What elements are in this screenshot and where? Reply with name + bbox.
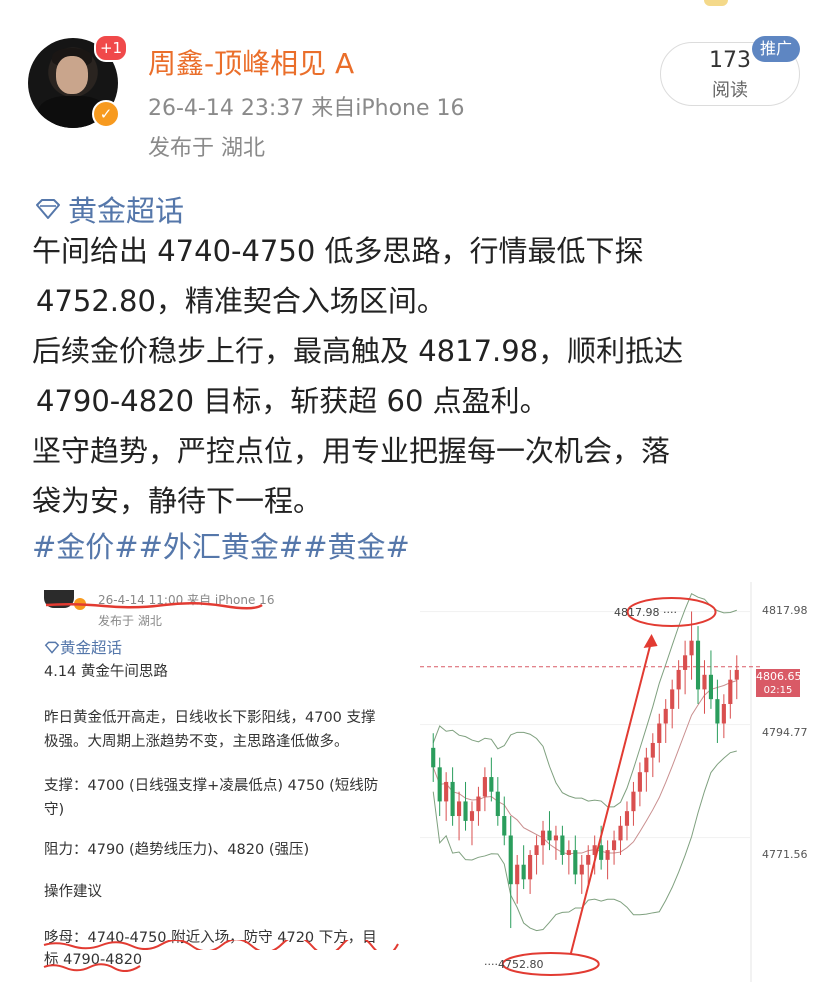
candle-body-47 <box>734 669 739 680</box>
candle-body-17 <box>540 830 546 846</box>
candle-body-44 <box>715 699 720 724</box>
candle-body-30 <box>624 811 630 826</box>
post-line-5: 坚守趋势，严控点位，用专业把握每一次机会，落 <box>32 434 671 468</box>
candle-body-20 <box>560 835 565 855</box>
username[interactable]: 周鑫-顶峰相见 A <box>148 42 354 82</box>
candle-body-6 <box>469 811 475 821</box>
embedded-line-4: 守) <box>44 802 65 818</box>
low-annotation-label: ····4752.80 <box>484 958 544 971</box>
candle-body-12 <box>508 835 513 885</box>
candle-body-8 <box>482 777 487 797</box>
candle-body-24 <box>586 854 591 865</box>
candle-body-28 <box>611 840 617 851</box>
embedded-location: 发布于 湖北 <box>98 614 162 628</box>
candle-body-32 <box>637 772 642 792</box>
embedded-line-2: 极强。大周期上涨趋势不变，主思路逢低做多。 <box>44 734 349 750</box>
post-line-2: 4752.80，精准契合入场区间。 <box>36 284 446 318</box>
candle-body-29 <box>618 825 623 841</box>
countdown-label: 02:15 <box>756 684 800 697</box>
candle-body-14 <box>521 864 526 880</box>
candle-body-7 <box>476 796 481 812</box>
candle-body-46 <box>728 679 733 705</box>
topic-link[interactable]: 黄金超话 <box>34 188 184 230</box>
embedded-line-3: 支撑：4700 (日线强支撑+凌晨低点) 4750 (短线防 <box>44 778 379 794</box>
candle-body-13 <box>515 864 520 885</box>
embedded-line-5: 阻力：4790 (趋势线压力)、4820 (强压) <box>44 842 310 858</box>
embedded-topic: 黄金超话 <box>44 636 122 658</box>
post-line-3: 后续金价稳步上行，最高触及 4817.98，顺利抵达 <box>32 334 684 368</box>
candle-body-41 <box>695 640 701 690</box>
red-underline-bottom <box>43 963 141 972</box>
candle-body-1 <box>437 767 442 802</box>
topic-label: 黄金超话 <box>68 194 185 228</box>
candle-body-10 <box>495 791 500 817</box>
candle-body-23 <box>579 864 584 875</box>
candle-body-16 <box>534 845 539 855</box>
high-annotation-label: 4817.98 ···· <box>614 606 677 619</box>
post-line-6: 袋为安，静待下一程。 <box>32 484 323 518</box>
read-label: 阅读 <box>712 80 748 101</box>
candle-body-36 <box>663 708 668 724</box>
candle-body-26 <box>599 845 604 860</box>
candle-body-38 <box>676 669 681 690</box>
hashtags[interactable]: #金价##外汇黄金##黄金# <box>32 524 410 566</box>
candle-body-4 <box>456 801 462 817</box>
verified-icon: ✓ <box>92 100 120 128</box>
post-meta: 26-4-14 23:37 来自iPhone 16 <box>148 96 465 121</box>
middle-band <box>432 680 737 855</box>
candle-body-42 <box>702 674 707 690</box>
candle-body-40 <box>689 640 694 656</box>
embedded-title: 4.14 黄金午间思路 <box>44 664 168 680</box>
candle-body-9 <box>489 777 494 792</box>
post-line-1: 午间给出 4740-4750 低多思路，行情最低下探 <box>32 234 644 268</box>
candle-body-39 <box>683 655 688 670</box>
candle-body-5 <box>463 801 468 821</box>
price-chart <box>420 582 760 982</box>
chart-panel <box>420 582 808 982</box>
candle-body-33 <box>644 757 649 773</box>
lower-band <box>432 750 737 932</box>
current-price-label: 4806.65 <box>756 669 802 684</box>
trend-arrow-head <box>643 634 658 648</box>
candle-body-34 <box>650 742 655 758</box>
diamond-icon <box>36 199 60 219</box>
embedded-line-1: 昨日黄金低开高走，日线收长下影阳线，4700 支撑 <box>44 710 376 726</box>
candle-body-2 <box>444 781 449 802</box>
avatar-badge: +1 <box>94 34 128 62</box>
read-count: 173 <box>709 48 751 73</box>
candle-body-15 <box>528 854 533 880</box>
candle-body-27 <box>605 850 610 860</box>
ad-badge: 推广 <box>752 36 800 62</box>
diamond-icon <box>44 641 60 654</box>
candle-body-0 <box>431 747 436 768</box>
embedded-line-6: 操作建议 <box>44 884 102 900</box>
candle-body-19 <box>553 835 559 841</box>
corner-decoration <box>704 0 728 6</box>
candle-body-3 <box>450 781 455 817</box>
candle-body-31 <box>631 791 636 812</box>
candle-body-22 <box>573 850 578 875</box>
candle-body-18 <box>547 830 552 841</box>
candle-body-37 <box>670 689 675 709</box>
candle-body-11 <box>502 816 507 836</box>
candle-body-45 <box>721 704 726 724</box>
y-tick-low: 4771.56 <box>762 848 808 861</box>
candle-body-43 <box>708 674 714 700</box>
candle-body-35 <box>657 723 662 743</box>
embedded-topic-label: 黄金超话 <box>60 639 123 657</box>
post-line-4: 4790-4820 目标，斩获超 60 点盈利。 <box>36 384 549 418</box>
y-tick-mid: 4794.77 <box>762 726 808 739</box>
y-tick-high: 4817.98 <box>762 604 808 617</box>
red-underline-top <box>45 602 263 610</box>
candle-body-21 <box>566 850 571 855</box>
red-underline-mid <box>43 940 399 950</box>
post-location: 发布于 湖北 <box>148 136 265 161</box>
